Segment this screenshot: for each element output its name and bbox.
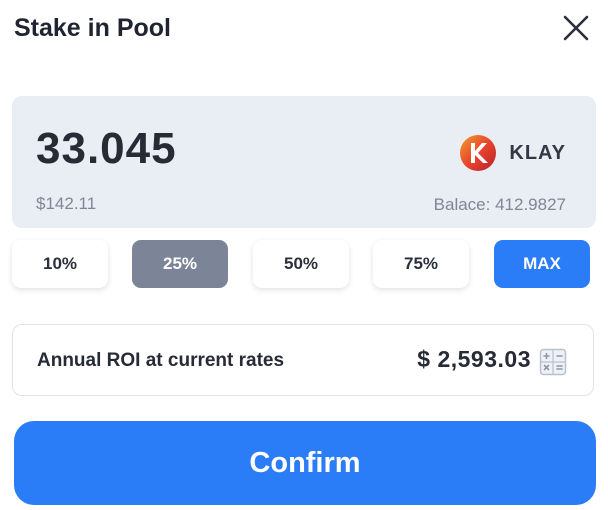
roi-card: Annual ROI at current rates $ 2,593.03	[12, 324, 594, 396]
amount-input[interactable]: 33.045	[36, 124, 177, 174]
percent-75-button[interactable]: 75%	[373, 240, 469, 288]
percent-buttons: 10% 25% 50% 75% MAX	[12, 240, 596, 288]
roi-value: $ 2,593.03	[417, 346, 531, 372]
calculator-icon[interactable]	[539, 348, 567, 376]
percent-50-button[interactable]: 50%	[253, 240, 349, 288]
percent-10-button[interactable]: 10%	[12, 240, 108, 288]
close-icon[interactable]	[560, 12, 592, 44]
confirm-button[interactable]: Confirm	[14, 421, 596, 505]
balance-text: Balace: 412.9827	[433, 195, 566, 214]
amount-card: 33.045 $142.11 KLAY Balace: 412.9827	[12, 96, 596, 228]
percent-25-button[interactable]: 25%	[132, 240, 228, 288]
token-name: KLAY	[509, 141, 566, 164]
token-selector: KLAY	[459, 134, 566, 172]
roi-label: Annual ROI at current rates	[37, 350, 285, 371]
max-button[interactable]: MAX	[494, 240, 590, 288]
dialog-title: Stake in Pool	[14, 14, 171, 42]
klay-token-icon	[459, 134, 497, 172]
amount-usd-value: $142.11	[36, 194, 97, 213]
